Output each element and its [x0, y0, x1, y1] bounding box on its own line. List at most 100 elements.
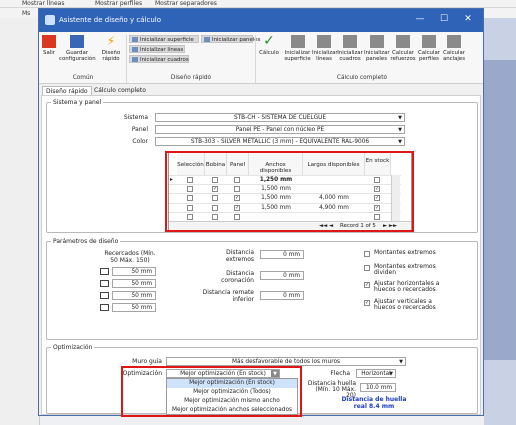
- recercado-input[interactable]: 50 mm: [112, 291, 156, 300]
- recercado-preview-icon: [100, 292, 109, 299]
- grid-icon: [369, 35, 384, 48]
- chevron-down-icon: ▼: [398, 127, 402, 133]
- recercado-input[interactable]: 50 mm: [112, 303, 156, 312]
- guardar-button[interactable]: Guardar configuración: [59, 35, 96, 62]
- calc-ini-paneles-button[interactable]: Inicializar paneles: [364, 35, 390, 62]
- calc-refuerzos-button[interactable]: Calcular refuerzos: [390, 35, 416, 62]
- calc-ini-superficie-button[interactable]: Inicializar superficie: [284, 35, 311, 62]
- option-checkbox[interactable]: ✓: [364, 282, 370, 288]
- option-checkbox[interactable]: ✓: [364, 300, 370, 306]
- optimizacion-legend: Optimización: [53, 344, 93, 351]
- grid-icon: [343, 35, 357, 48]
- bg-mostrar-lineas[interactable]: Mostrar líneas: [22, 0, 64, 7]
- calculo-button[interactable]: ✓ Cálculo: [257, 33, 281, 56]
- app-icon: [45, 15, 55, 25]
- ini-paneles-label: Inicializar paneles: [212, 37, 261, 43]
- calc-ini-lineas-button[interactable]: Inicializar líneas: [312, 35, 338, 62]
- color-value: STB-303 - SILVER METALLIC (3 mm) - EQUIV…: [190, 139, 370, 145]
- calc-ini-cuadros-button[interactable]: Inicializar cuadros: [337, 35, 363, 62]
- grid-highlight: [165, 151, 414, 232]
- recercado-preview-icon: [100, 304, 109, 311]
- ribbon: Salir Guardar configuración ⚡ Diseño ráp…: [39, 32, 483, 84]
- sistema-panel-legend: Sistema y panel: [53, 99, 102, 106]
- panel-value: Panel PE - Panel con núcleo PE: [235, 127, 325, 133]
- sistema-value: STB-CH - SISTEMA DE CUELGUE: [233, 115, 327, 121]
- ribbon-separator: [255, 35, 256, 83]
- exit-icon: [42, 35, 56, 48]
- flecha-label: Flecha: [330, 370, 350, 377]
- guardar-label: Guardar configuración: [59, 50, 96, 62]
- dist-extremos-input[interactable]: 0 mm: [260, 250, 304, 259]
- bg-mostrar-separadores[interactable]: Mostrar separadores: [155, 0, 217, 7]
- flecha-select[interactable]: Horizontal ▼: [356, 369, 396, 378]
- panel-select[interactable]: Panel PE - Panel con núcleo PE ▼: [155, 125, 405, 134]
- minimize-button[interactable]: —: [411, 14, 429, 24]
- salir-button[interactable]: Salir: [41, 35, 57, 56]
- bars-icon: [422, 35, 436, 48]
- calc-btn-label: Inicializar líneas: [312, 50, 338, 62]
- background-toolbar: [0, 0, 516, 8]
- color-label: Color: [132, 138, 148, 145]
- huella-input[interactable]: 10.0 mm: [360, 383, 396, 392]
- calculo-label: Cálculo: [259, 50, 279, 56]
- close-window-button[interactable]: ✕: [459, 14, 477, 24]
- dist-coronacion-input[interactable]: 0 mm: [260, 271, 304, 280]
- title-bar[interactable]: Asistente de diseño y cálculo — ☐ ✕: [39, 9, 483, 32]
- chevron-down-icon: ▼: [389, 371, 393, 377]
- chevron-down-icon: ▼: [398, 139, 402, 145]
- calc-btn-label: Calcular perfiles: [418, 50, 440, 62]
- anchor-icon: [447, 35, 461, 48]
- ini-cuadros-button[interactable]: Inicializar cuadros: [129, 55, 189, 63]
- recercado-preview-icon: [100, 268, 109, 275]
- window-title: Asistente de diseño y cálculo: [59, 16, 162, 24]
- dist-coronacion-label: Distancia coronación: [221, 270, 254, 284]
- ribbon-separator: [126, 35, 127, 83]
- tab-content: Sistema y panel Sistema STB-CH - SISTEMA…: [41, 95, 481, 417]
- background-canvas-strip: [484, 60, 516, 360]
- muro-guia-select[interactable]: Más desfavorable de todos los muros ▼: [166, 357, 406, 366]
- tab-diseno-rapido[interactable]: Diseño rápido: [42, 86, 92, 95]
- maximize-button[interactable]: ☐: [435, 14, 453, 24]
- dist-remate-input[interactable]: 0 mm: [260, 291, 304, 300]
- option-checkbox[interactable]: [364, 251, 370, 257]
- calc-btn-label: Inicializar paneles: [364, 50, 390, 62]
- tab-calculo-completo[interactable]: Cálculo completo: [91, 86, 149, 95]
- ini-paneles-button[interactable]: Inicializar paneles: [201, 35, 260, 43]
- diseno-rapido-button[interactable]: ⚡ Diseño rápido: [99, 35, 123, 63]
- color-select[interactable]: STB-303 - SILVER METALLIC (3 mm) - EQUIV…: [155, 137, 405, 146]
- huella-real-text: Distancia de huella real 8.4 mm: [341, 396, 407, 410]
- chevron-down-icon: ▼: [398, 115, 402, 121]
- check-icon: ✓: [263, 33, 275, 49]
- recercado-input[interactable]: 50 mm: [112, 279, 156, 288]
- bg-mostrar-perfiles[interactable]: Mostrar perfiles: [95, 0, 142, 7]
- parametros-legend: Parámetros de diseño: [53, 238, 119, 245]
- option-checkbox-label: Ajustar horizontales a huecos o recercad…: [374, 280, 440, 293]
- bars-icon: [396, 35, 410, 48]
- bg-ms[interactable]: Ms: [22, 10, 30, 17]
- dist-extremos-label: Distancia extremos: [225, 249, 254, 263]
- tab-strip: Diseño rápido Cálculo completo: [39, 85, 483, 95]
- recercado-input[interactable]: 50 mm: [112, 267, 156, 276]
- calc-btn-label: Inicializar cuadros: [337, 50, 363, 62]
- calc-anclajes-button[interactable]: Calcular anclajes: [442, 35, 466, 62]
- calc-btn-label: Inicializar superficie: [284, 50, 311, 62]
- design-wizard-window: Asistente de diseño y cálculo — ☐ ✕ Sali…: [38, 8, 484, 417]
- option-checkbox-label: Montantes extremos: [374, 249, 436, 256]
- chevron-down-icon: ▼: [399, 359, 403, 365]
- ini-lineas-button[interactable]: Inicializar líneas: [129, 45, 185, 53]
- group-comun-label: Común: [72, 75, 94, 81]
- group-diseno-label: Diseño rápido: [170, 75, 212, 81]
- save-icon: [70, 35, 84, 48]
- ini-superficie-button[interactable]: Inicializar superficie: [129, 35, 199, 43]
- diseno-rapido-label: Diseño rápido: [101, 50, 121, 62]
- grid-icon: [317, 35, 331, 48]
- panel-label: Panel: [131, 126, 148, 133]
- group-calculo-label: Cálculo completo: [336, 75, 388, 81]
- option-checkbox-label: Montantes extremos dividen: [374, 263, 436, 276]
- sistema-select[interactable]: STB-CH - SISTEMA DE CUELGUE ▼: [155, 113, 405, 122]
- option-checkbox[interactable]: [364, 265, 370, 271]
- flecha-value: Horizontal: [361, 371, 391, 377]
- grid-icon: [290, 35, 305, 48]
- muro-guia-value: Más desfavorable de todos los muros: [231, 359, 341, 365]
- calc-perfiles-button[interactable]: Calcular perfiles: [417, 35, 441, 62]
